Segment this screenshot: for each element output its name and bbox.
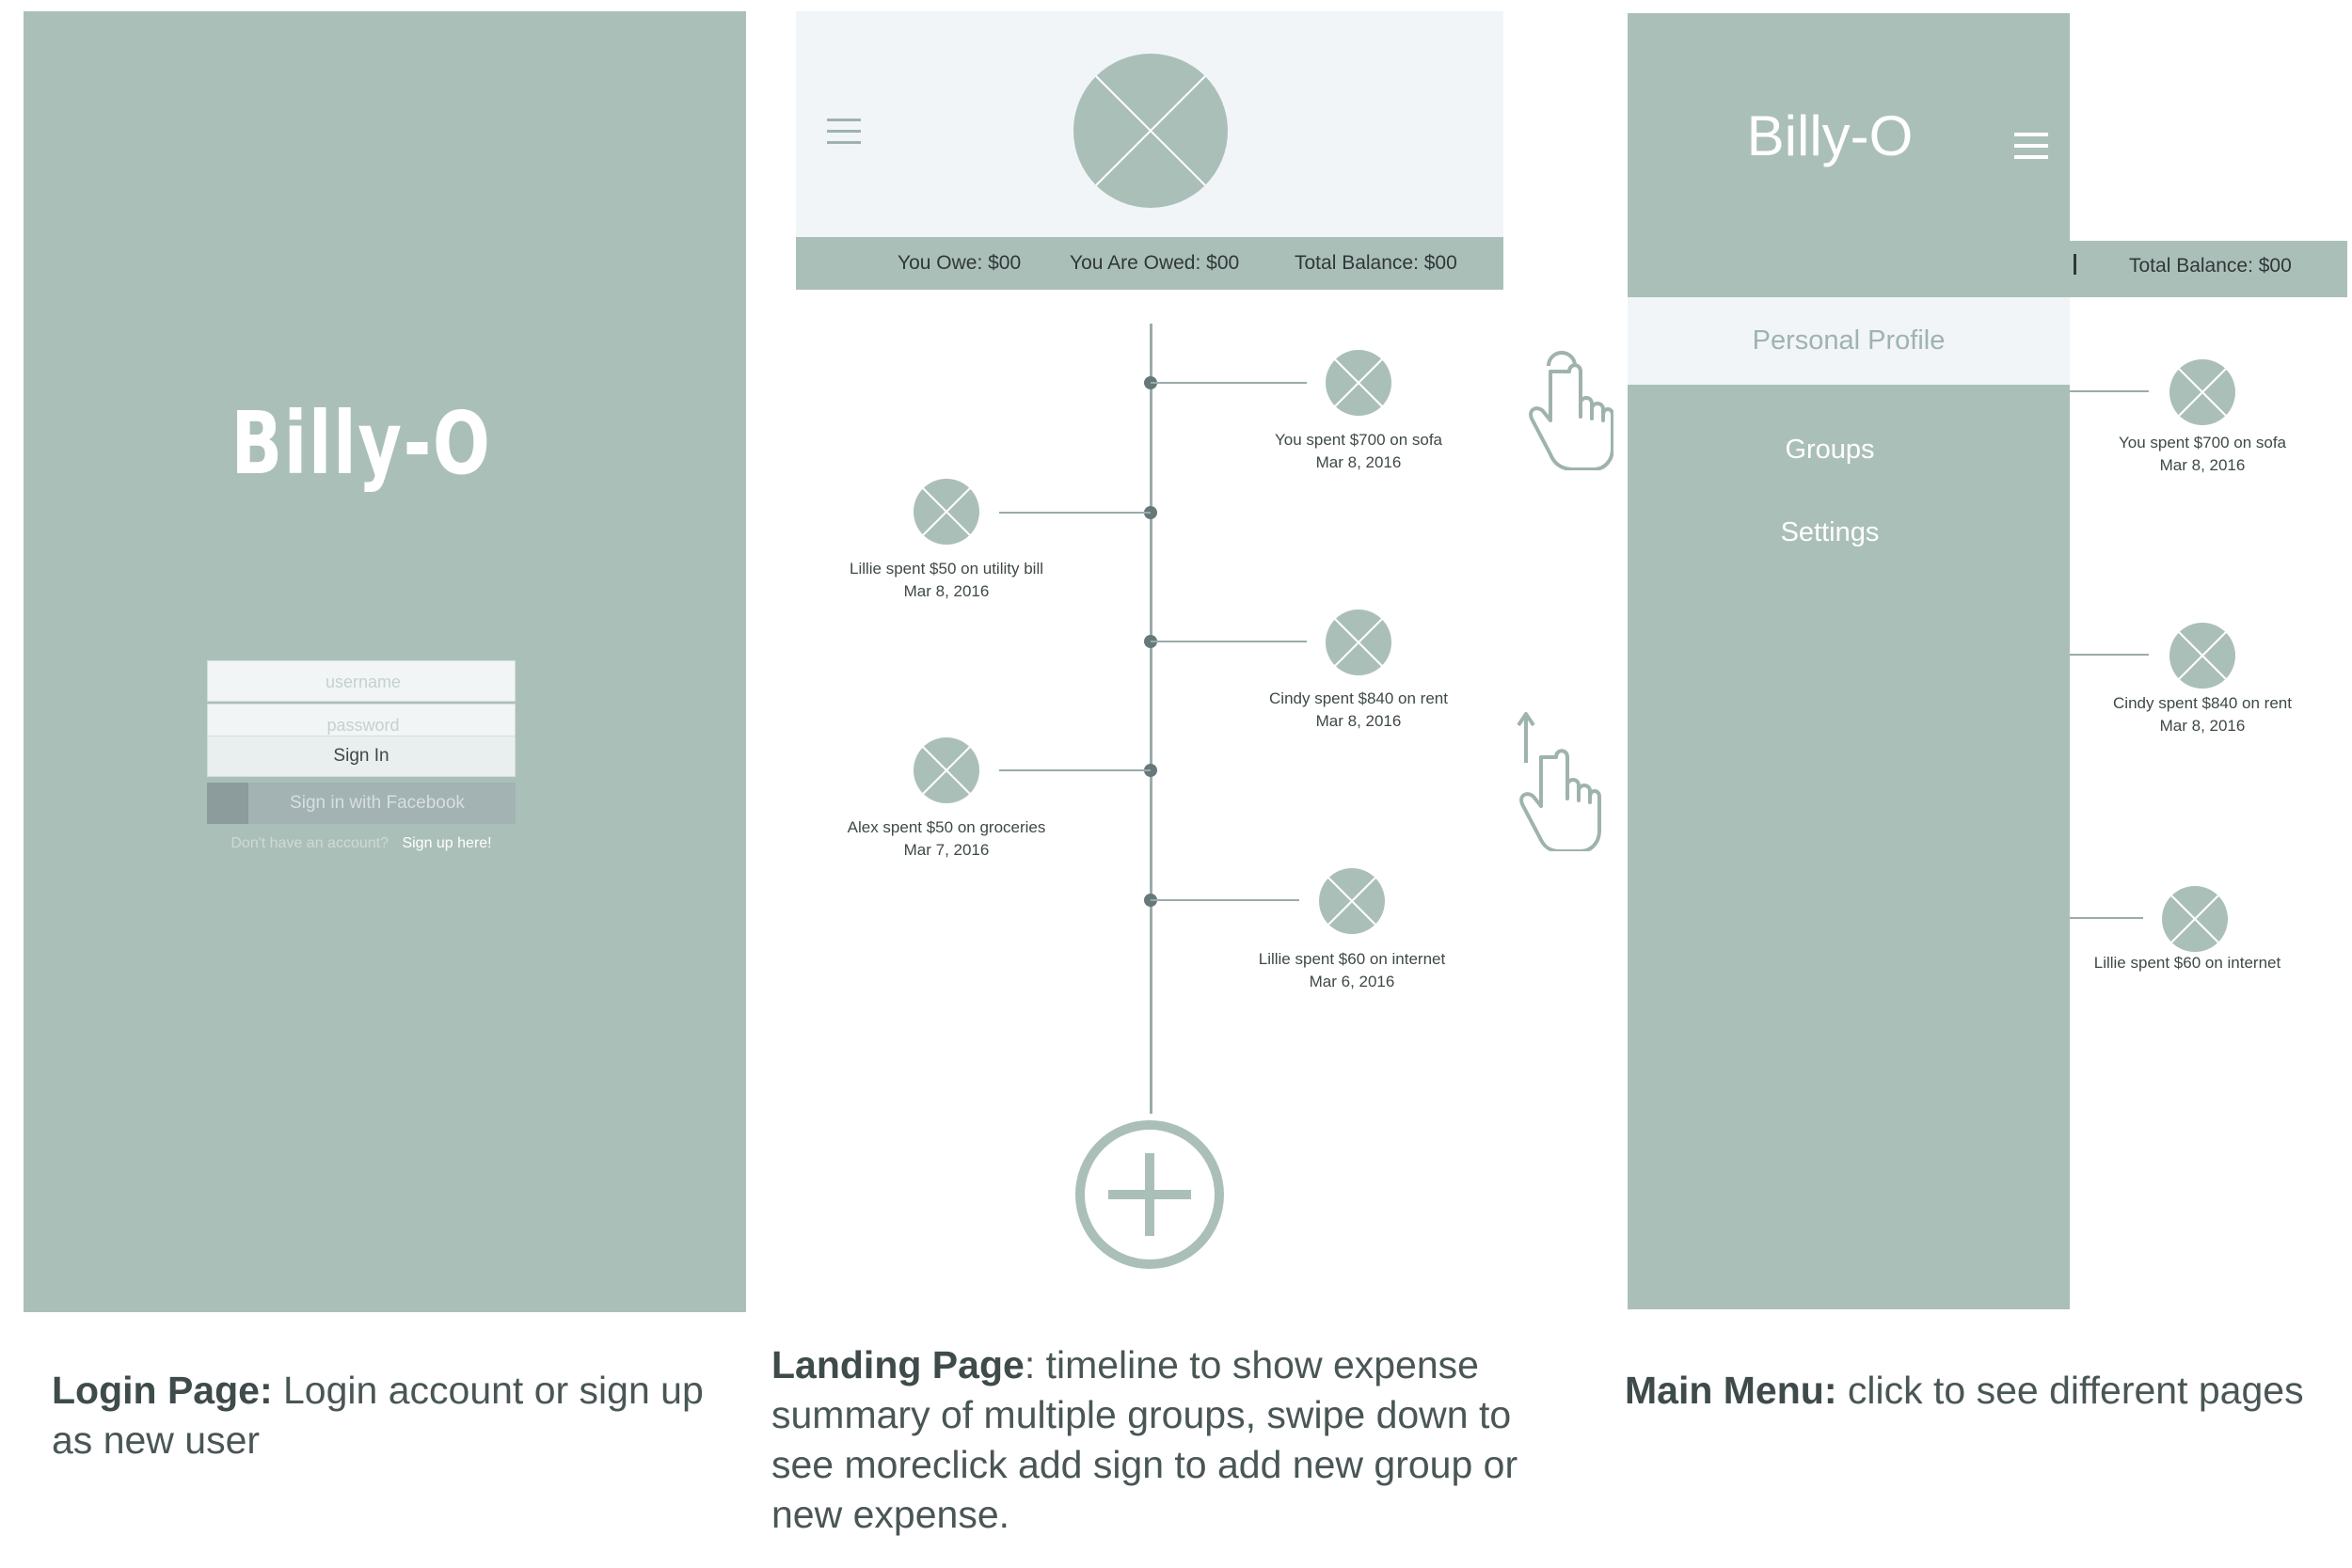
menu-total-balance-label: Total Balance: $00 xyxy=(2129,255,2292,277)
timeline-connector xyxy=(2070,390,2149,392)
timeline-item-text: Lillie spent $50 on utility bill xyxy=(849,560,1043,578)
timeline-item-text: Lillie spent $60 on internet xyxy=(1258,950,1446,968)
timeline-item-date: Mar 6, 2016 xyxy=(1309,973,1395,990)
hamburger-icon[interactable] xyxy=(827,119,861,145)
menu-item-settings[interactable]: Settings xyxy=(1628,517,2032,548)
profile-image-placeholder xyxy=(1073,54,1228,208)
timeline-connector xyxy=(2070,654,2149,656)
signup-question: Don't have an account? xyxy=(230,835,389,851)
menu-item-groups[interactable]: Groups xyxy=(1628,435,2032,466)
swipe-gesture-icon xyxy=(1517,712,1601,851)
hamburger-icon[interactable] xyxy=(2014,133,2048,159)
text-cutoff-mark xyxy=(2074,254,2076,275)
timeline-item[interactable]: Cindy spent $840 on rent Mar 8, 2016 xyxy=(1217,688,1500,733)
timeline-item-text: You spent $700 on sofa xyxy=(1274,431,1443,449)
placeholder-image-icon xyxy=(1073,54,1228,208)
menu-app-title: Billy-O xyxy=(1746,104,1914,167)
login-caption: Login Page: Login account or sign up as … xyxy=(52,1366,729,1465)
placeholder-image-icon xyxy=(1319,868,1385,934)
sign-in-button[interactable]: Sign In xyxy=(207,736,516,777)
timeline-item-text: Alex spent $50 on groceries xyxy=(847,818,1046,836)
placeholder-image-icon xyxy=(2169,623,2235,689)
tap-gesture-icon xyxy=(1529,351,1613,470)
timeline-connector xyxy=(1151,382,1307,384)
timeline-item-date: Mar 8, 2016 xyxy=(1315,712,1402,730)
landing-caption: Landing Page: timeline to show expense s… xyxy=(771,1340,1571,1540)
username-field[interactable] xyxy=(207,660,518,703)
timeline-connector xyxy=(1151,899,1299,901)
timeline-connector xyxy=(999,769,1151,771)
timeline-item-date: Mar 8, 2016 xyxy=(1315,453,1402,471)
timeline-item[interactable]: Lillie spent $60 on internet Mar 6, 2016 xyxy=(1211,948,1493,993)
menu-item-personal-profile[interactable]: Personal Profile xyxy=(1628,297,2070,385)
placeholder-image-icon xyxy=(1326,350,1391,416)
total-balance-label: Total Balance: $00 xyxy=(1295,252,1457,274)
timeline-item-text: Cindy spent $840 on rent xyxy=(1269,689,1448,707)
timeline-item[interactable]: Lillie spent $50 on utility bill Mar 8, … xyxy=(805,558,1088,603)
add-button[interactable] xyxy=(1074,1119,1225,1270)
facebook-icon xyxy=(207,783,248,824)
login-app-title: Billy-O xyxy=(230,393,492,494)
timeline-connector xyxy=(999,512,1151,514)
timeline-item: You spent $700 on sofa Mar 8, 2016 xyxy=(2061,432,2344,477)
add-icon xyxy=(1075,1120,1224,1269)
caption-title: Landing Page xyxy=(771,1343,1025,1386)
placeholder-image-icon xyxy=(914,737,979,803)
timeline-connector xyxy=(1151,641,1307,642)
timeline-line xyxy=(1150,324,1152,1114)
placeholder-image-icon xyxy=(2162,886,2228,952)
caption-title: Login Page: xyxy=(52,1369,273,1412)
timeline-item: Cindy spent $840 on rent Mar 8, 2016 xyxy=(2061,692,2344,737)
timeline-connector xyxy=(2070,917,2143,919)
menu-background-page xyxy=(2070,13,2347,241)
you-are-owed-label: You Are Owed: $00 xyxy=(1070,252,1240,274)
timeline-item-date: Mar 8, 2016 xyxy=(2159,717,2246,735)
username-input[interactable] xyxy=(208,661,518,703)
timeline-item-text: You spent $700 on sofa xyxy=(2118,434,2287,451)
timeline-item-date: Mar 8, 2016 xyxy=(2159,456,2246,474)
timeline-item-date: Mar 8, 2016 xyxy=(903,582,990,600)
caption-title: Main Menu: xyxy=(1625,1369,1837,1412)
placeholder-image-icon xyxy=(914,479,979,545)
signup-row: Don't have an account? Sign up here! xyxy=(207,835,516,852)
you-owe-label: You Owe: $00 xyxy=(898,252,1022,274)
placeholder-image-icon xyxy=(2169,359,2235,425)
menu-caption: Main Menu: click to see different pages xyxy=(1625,1366,2340,1416)
timeline-item[interactable]: Alex spent $50 on groceries Mar 7, 2016 xyxy=(805,816,1088,862)
caption-body: click to see different pages xyxy=(1836,1369,2304,1412)
placeholder-image-icon xyxy=(1326,610,1391,675)
timeline-item-date: Mar 7, 2016 xyxy=(903,841,990,859)
timeline-item-text: Lillie spent $60 on internet xyxy=(2093,954,2281,972)
main-menu-panel xyxy=(1628,13,2070,1309)
timeline-item-text: Cindy spent $840 on rent xyxy=(2113,694,2292,712)
timeline-item: Lillie spent $60 on internet xyxy=(2046,952,2328,974)
facebook-sign-in-label: Sign in with Facebook xyxy=(290,793,465,813)
signup-link[interactable]: Sign up here! xyxy=(402,835,491,851)
timeline-item[interactable]: You spent $700 on sofa Mar 8, 2016 xyxy=(1217,429,1500,474)
facebook-sign-in-button[interactable]: Sign in with Facebook xyxy=(207,783,516,824)
